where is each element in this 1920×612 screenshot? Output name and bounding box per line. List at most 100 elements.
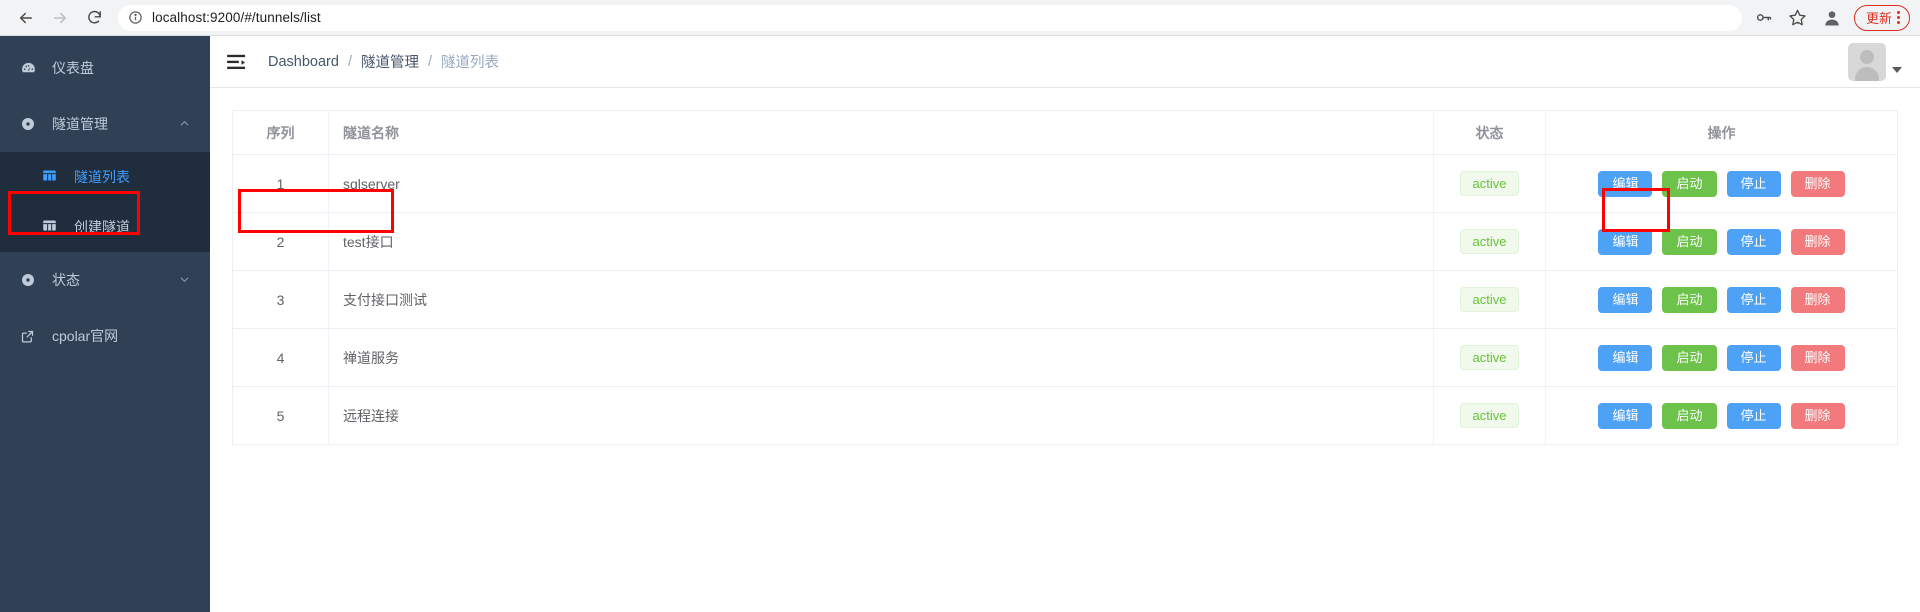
edit-button[interactable]: 编辑: [1598, 402, 1653, 429]
row-actions: 编辑 启动 停止 删除: [1546, 402, 1897, 429]
start-button[interactable]: 启动: [1662, 402, 1717, 429]
breadcrumb-item-tunnel-list: 隧道列表: [441, 55, 499, 71]
table-row: 5 远程连接 active 编辑 启动 停止 删除: [232, 386, 1898, 445]
edit-button[interactable]: 编辑: [1598, 228, 1653, 255]
profile-button[interactable]: [1816, 2, 1848, 34]
three-dots-vertical-icon[interactable]: [1897, 11, 1900, 24]
cell-ops: 编辑 启动 停止 删除: [1545, 270, 1898, 329]
breadcrumb: Dashboard / 隧道管理 / 隧道列表: [268, 51, 499, 72]
chevron-up-icon: [179, 116, 190, 132]
app-shell: 仪表盘 隧道管理 隧道列表 创建隧道 状态 cpolar官网 Dashboard…: [0, 36, 1920, 612]
cell-name: 远程连接: [328, 386, 1434, 445]
reload-icon: [87, 10, 101, 24]
breadcrumb-item-dashboard[interactable]: Dashboard: [268, 54, 339, 70]
cell-status: active: [1433, 270, 1546, 329]
sidebar-group-tunnel-management[interactable]: 隧道管理: [0, 96, 210, 152]
sidebar-item-label: 仪表盘: [52, 60, 94, 76]
cell-seq: 3: [232, 270, 329, 329]
cell-name: test接口: [328, 212, 1434, 271]
browser-forward-button[interactable]: [44, 2, 76, 34]
breadcrumb-separator: /: [347, 53, 352, 70]
sidebar-item-label: 隧道管理: [52, 116, 108, 132]
stop-button[interactable]: 停止: [1726, 344, 1781, 371]
start-button[interactable]: 启动: [1662, 344, 1717, 371]
star-icon: [1789, 9, 1807, 26]
start-button[interactable]: 启动: [1662, 170, 1717, 197]
delete-button[interactable]: 删除: [1790, 344, 1845, 371]
avatar[interactable]: [1848, 42, 1886, 81]
table-header-row: 序列 隧道名称 状态 操作: [232, 110, 1898, 155]
status-badge: active: [1459, 229, 1520, 254]
sidebar-item-tunnel-list[interactable]: 隧道列表: [0, 152, 210, 202]
breadcrumb-item-tunnel-management[interactable]: 隧道管理: [361, 51, 419, 72]
chrome-update-label: 更新: [1865, 11, 1892, 26]
status-badge: active: [1459, 345, 1520, 370]
table-row: 1 sqlserver active 编辑 启动 停止 删除: [232, 154, 1898, 213]
caret-down-icon[interactable]: [1892, 66, 1902, 73]
external-link-icon: [20, 329, 44, 344]
cell-seq: 1: [232, 154, 329, 213]
sidebar-item-create-tunnel[interactable]: 创建隧道: [0, 202, 210, 252]
breadcrumb-separator: /: [427, 53, 432, 70]
chrome-update-button[interactable]: 更新: [1853, 4, 1910, 31]
status-badge: active: [1459, 171, 1520, 196]
sidebar: 仪表盘 隧道管理 隧道列表 创建隧道 状态 cpolar官网: [0, 36, 210, 612]
table-row: 3 支付接口测试 active 编辑 启动 停止 删除: [232, 270, 1898, 329]
stop-button[interactable]: 停止: [1726, 286, 1781, 313]
table-body: 1 sqlserver active 编辑 启动 停止 删除 2 test接口 …: [232, 154, 1898, 445]
site-info-icon[interactable]: [128, 10, 143, 25]
column-header-seq: 序列: [232, 110, 329, 155]
row-actions: 编辑 启动 停止 删除: [1546, 170, 1897, 197]
delete-button[interactable]: 删除: [1790, 402, 1845, 429]
row-actions: 编辑 启动 停止 删除: [1546, 344, 1897, 371]
edit-button[interactable]: 编辑: [1598, 286, 1653, 313]
browser-reload-button[interactable]: [78, 2, 110, 34]
tunnels-table: 序列 隧道名称 状态 操作 1 sqlserver active 编辑 启动 停…: [232, 110, 1898, 445]
sidebar-item-label: cpolar官网: [52, 328, 119, 344]
browser-toolbar: localhost:9200/#/tunnels/list 更新: [0, 0, 1920, 36]
delete-button[interactable]: 删除: [1790, 286, 1845, 313]
browser-back-button[interactable]: [10, 2, 42, 34]
cell-ops: 编辑 启动 停止 删除: [1545, 386, 1898, 445]
start-button[interactable]: 启动: [1662, 228, 1717, 255]
table-row: 4 禅道服务 active 编辑 启动 停止 删除: [232, 328, 1898, 387]
cell-name: 支付接口测试: [328, 270, 1434, 329]
sidebar-item-label: 状态: [52, 272, 80, 288]
column-header-name: 隧道名称: [328, 110, 1434, 155]
status-icon: [20, 272, 44, 288]
browser-toolbar-actions: 更新: [1748, 2, 1910, 34]
tunnel-icon: [20, 116, 44, 132]
start-button[interactable]: 启动: [1662, 286, 1717, 313]
grid-icon: [42, 218, 62, 236]
cell-status: active: [1433, 154, 1546, 213]
arrow-right-icon: [54, 12, 66, 23]
delete-button[interactable]: 删除: [1790, 170, 1845, 197]
stop-button[interactable]: 停止: [1726, 228, 1781, 255]
column-header-status: 状态: [1433, 110, 1546, 155]
sidebar-group-status[interactable]: 状态: [0, 252, 210, 308]
main-area: Dashboard / 隧道管理 / 隧道列表 序列 隧道名称 状态 操作 1 …: [210, 36, 1920, 612]
edit-button[interactable]: 编辑: [1598, 344, 1653, 371]
delete-button[interactable]: 删除: [1790, 228, 1845, 255]
address-bar[interactable]: localhost:9200/#/tunnels/list: [118, 4, 1742, 31]
collapse-menu-icon[interactable]: [226, 51, 248, 73]
cell-ops: 编辑 启动 停止 删除: [1545, 212, 1898, 271]
address-bar-url: localhost:9200/#/tunnels/list: [152, 10, 321, 25]
sidebar-item-cpolar-website[interactable]: cpolar官网: [0, 308, 210, 364]
stop-button[interactable]: 停止: [1726, 170, 1781, 197]
sidebar-item-dashboard[interactable]: 仪表盘: [0, 40, 210, 96]
table-head: 序列 隧道名称 状态 操作: [232, 110, 1898, 155]
cell-status: active: [1433, 386, 1546, 445]
sidebar-submenu-tunnel-management: 隧道列表 创建隧道: [0, 152, 210, 252]
cell-seq: 4: [232, 328, 329, 387]
stop-button[interactable]: 停止: [1726, 402, 1781, 429]
column-header-ops: 操作: [1545, 110, 1898, 155]
row-actions: 编辑 启动 停止 删除: [1546, 228, 1897, 255]
bookmark-star-button[interactable]: [1782, 2, 1814, 34]
page-content: 序列 隧道名称 状态 操作 1 sqlserver active 编辑 启动 停…: [210, 88, 1920, 612]
dashboard-icon: [20, 60, 44, 77]
edit-button[interactable]: 编辑: [1598, 170, 1653, 197]
sidebar-item-label: 隧道列表: [74, 169, 130, 185]
arrow-left-icon: [20, 12, 32, 23]
password-key-button[interactable]: [1748, 2, 1780, 34]
